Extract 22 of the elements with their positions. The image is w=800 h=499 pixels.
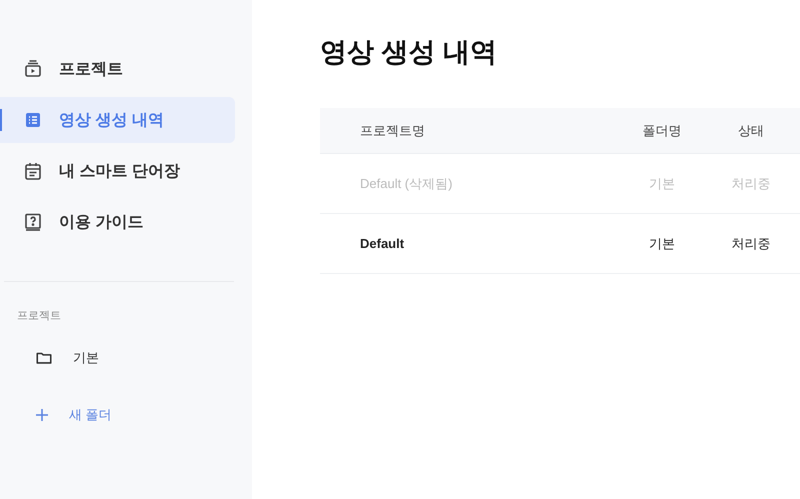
section-title: 프로젝트 [16, 309, 62, 323]
question-icon [23, 212, 43, 232]
page-title: 영상 생성 내역 [320, 36, 498, 69]
table-cell-text: Default [359, 236, 406, 251]
selection-indicator [0, 109, 2, 131]
column-header: 폴더명 [641, 122, 682, 140]
column-header: 프로젝트명 [359, 122, 426, 140]
table-cell-text: 기본 [648, 174, 676, 192]
table-cell-text: 기본 [648, 234, 676, 252]
table-row[interactable]: Default 기본 처리중 [320, 214, 800, 274]
folder-item[interactable]: 기본 [0, 343, 252, 373]
project-icon [23, 59, 43, 79]
table-cell-text: 처리중 [730, 234, 772, 252]
table-cell-text: 처리중 [730, 174, 772, 192]
list-icon [23, 110, 43, 130]
calendar-icon [23, 161, 43, 181]
nav-item[interactable]: 이용 가이드 [0, 199, 235, 245]
nav-item[interactable]: 프로젝트 [0, 46, 235, 92]
nav-item[interactable]: 내 스마트 단어장 [0, 148, 235, 194]
column-header: 상태 [736, 122, 765, 140]
table-cell-text: Default (삭제됨) [359, 174, 454, 192]
plus-icon [35, 408, 49, 422]
